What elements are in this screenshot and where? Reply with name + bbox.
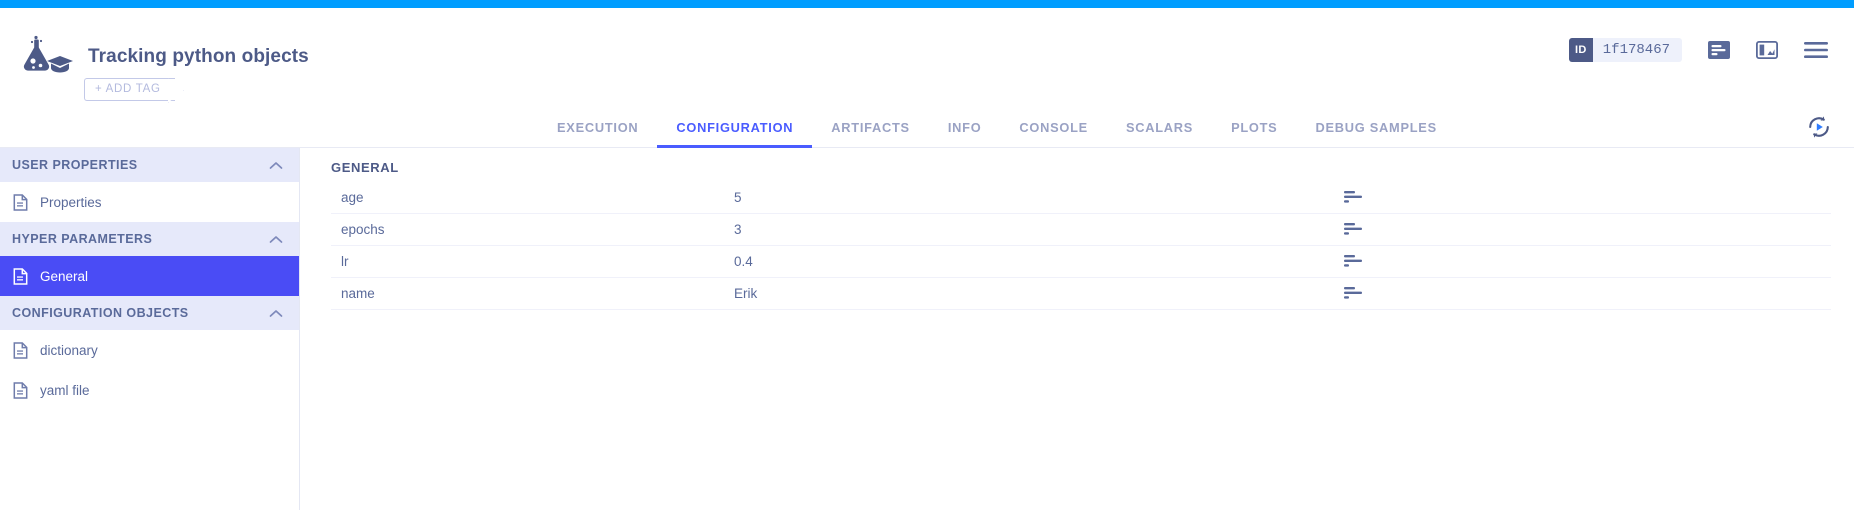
sidebar-item-dictionary[interactable]: dictionary — [0, 330, 299, 370]
parameters-table: age5epochs3lr0.4nameErik — [331, 182, 1831, 310]
parameter-value: 3 — [734, 222, 1344, 237]
sidebar-spacer — [0, 410, 299, 418]
sidebar-section-label: USER PROPERTIES — [12, 158, 269, 172]
text-lines-icon[interactable] — [1344, 223, 1384, 236]
tab-debug-samples[interactable]: DEBUG SAMPLES — [1296, 106, 1455, 148]
table-row[interactable]: lr0.4 — [331, 246, 1831, 278]
table-row[interactable]: nameErik — [331, 278, 1831, 310]
split-view-icon[interactable] — [1756, 41, 1778, 59]
sidebar-section-label: HYPER PARAMETERS — [12, 232, 269, 246]
document-icon — [13, 382, 28, 399]
parameter-key: age — [331, 190, 734, 205]
table-row[interactable]: age5 — [331, 182, 1831, 214]
tab-console[interactable]: CONSOLE — [1000, 106, 1107, 148]
parameter-key: lr — [331, 254, 734, 269]
sidebar-item-label: General — [40, 269, 88, 284]
parameter-value: Erik — [734, 286, 1344, 301]
chevron-up-icon[interactable] — [269, 161, 283, 170]
tab-scalars[interactable]: SCALARS — [1107, 106, 1212, 148]
text-lines-icon[interactable] — [1344, 191, 1384, 204]
sidebar-item-yaml-file[interactable]: yaml file — [0, 370, 299, 410]
document-icon — [13, 342, 28, 359]
document-icon — [13, 194, 28, 211]
sidebar-item-general[interactable]: General — [0, 256, 299, 296]
tab-bar: EXECUTIONCONFIGURATIONARTIFACTSINFOCONSO… — [0, 106, 1854, 148]
sidebar-item-properties[interactable]: Properties — [0, 182, 299, 222]
add-tag-button[interactable]: + ADD TAG — [84, 78, 175, 101]
auto-refresh-icon[interactable] — [1806, 114, 1832, 140]
config-sidebar: USER PROPERTIES Properties HYPER PARAMETER… — [0, 148, 300, 510]
hamburger-menu-icon[interactable] — [1804, 41, 1828, 59]
tab-info[interactable]: INFO — [929, 106, 1001, 148]
tab-execution[interactable]: EXECUTION — [538, 106, 657, 148]
document-icon — [13, 268, 28, 285]
id-label: ID — [1569, 38, 1593, 62]
log-details-icon[interactable] — [1708, 41, 1730, 59]
parameter-value: 0.4 — [734, 254, 1344, 269]
page-header: Tracking python objects + ADD TAG ID 1f1… — [0, 8, 1854, 106]
tab-artifacts[interactable]: ARTIFACTS — [812, 106, 929, 148]
sidebar-section-label: CONFIGURATION OBJECTS — [12, 306, 269, 320]
sidebar-item-label: yaml file — [40, 383, 90, 398]
parameter-key: epochs — [331, 222, 734, 237]
tab-plots[interactable]: PLOTS — [1212, 106, 1296, 148]
flask-graduation-cap-icon — [16, 34, 74, 78]
sidebar-section-user-properties[interactable]: USER PROPERTIES — [0, 148, 299, 182]
page-title: Tracking python objects — [88, 46, 309, 68]
id-value: 1f178467 — [1593, 38, 1682, 62]
task-id-chip[interactable]: ID 1f178467 — [1569, 38, 1682, 62]
chevron-up-icon[interactable] — [269, 235, 283, 244]
tab-list: EXECUTIONCONFIGURATIONARTIFACTSINFOCONSO… — [538, 106, 1456, 148]
sidebar-section-configuration-objects[interactable]: CONFIGURATION OBJECTS — [0, 296, 299, 330]
sidebar-item-label: dictionary — [40, 343, 98, 358]
text-lines-icon[interactable] — [1344, 287, 1384, 300]
header-actions: ID 1f178467 — [1569, 38, 1828, 62]
chevron-up-icon[interactable] — [269, 309, 283, 318]
section-title: GENERAL — [331, 160, 399, 175]
parameter-value: 5 — [734, 190, 1344, 205]
sidebar-section-hyper-parameters[interactable]: HYPER PARAMETERS — [0, 222, 299, 256]
parameter-key: name — [331, 286, 734, 301]
main-content: GENERAL age5epochs3lr0.4nameErik — [301, 148, 1854, 510]
sidebar-item-label: Properties — [40, 195, 102, 210]
table-row[interactable]: epochs3 — [331, 214, 1831, 246]
text-lines-icon[interactable] — [1344, 255, 1384, 268]
tab-configuration[interactable]: CONFIGURATION — [657, 106, 812, 148]
